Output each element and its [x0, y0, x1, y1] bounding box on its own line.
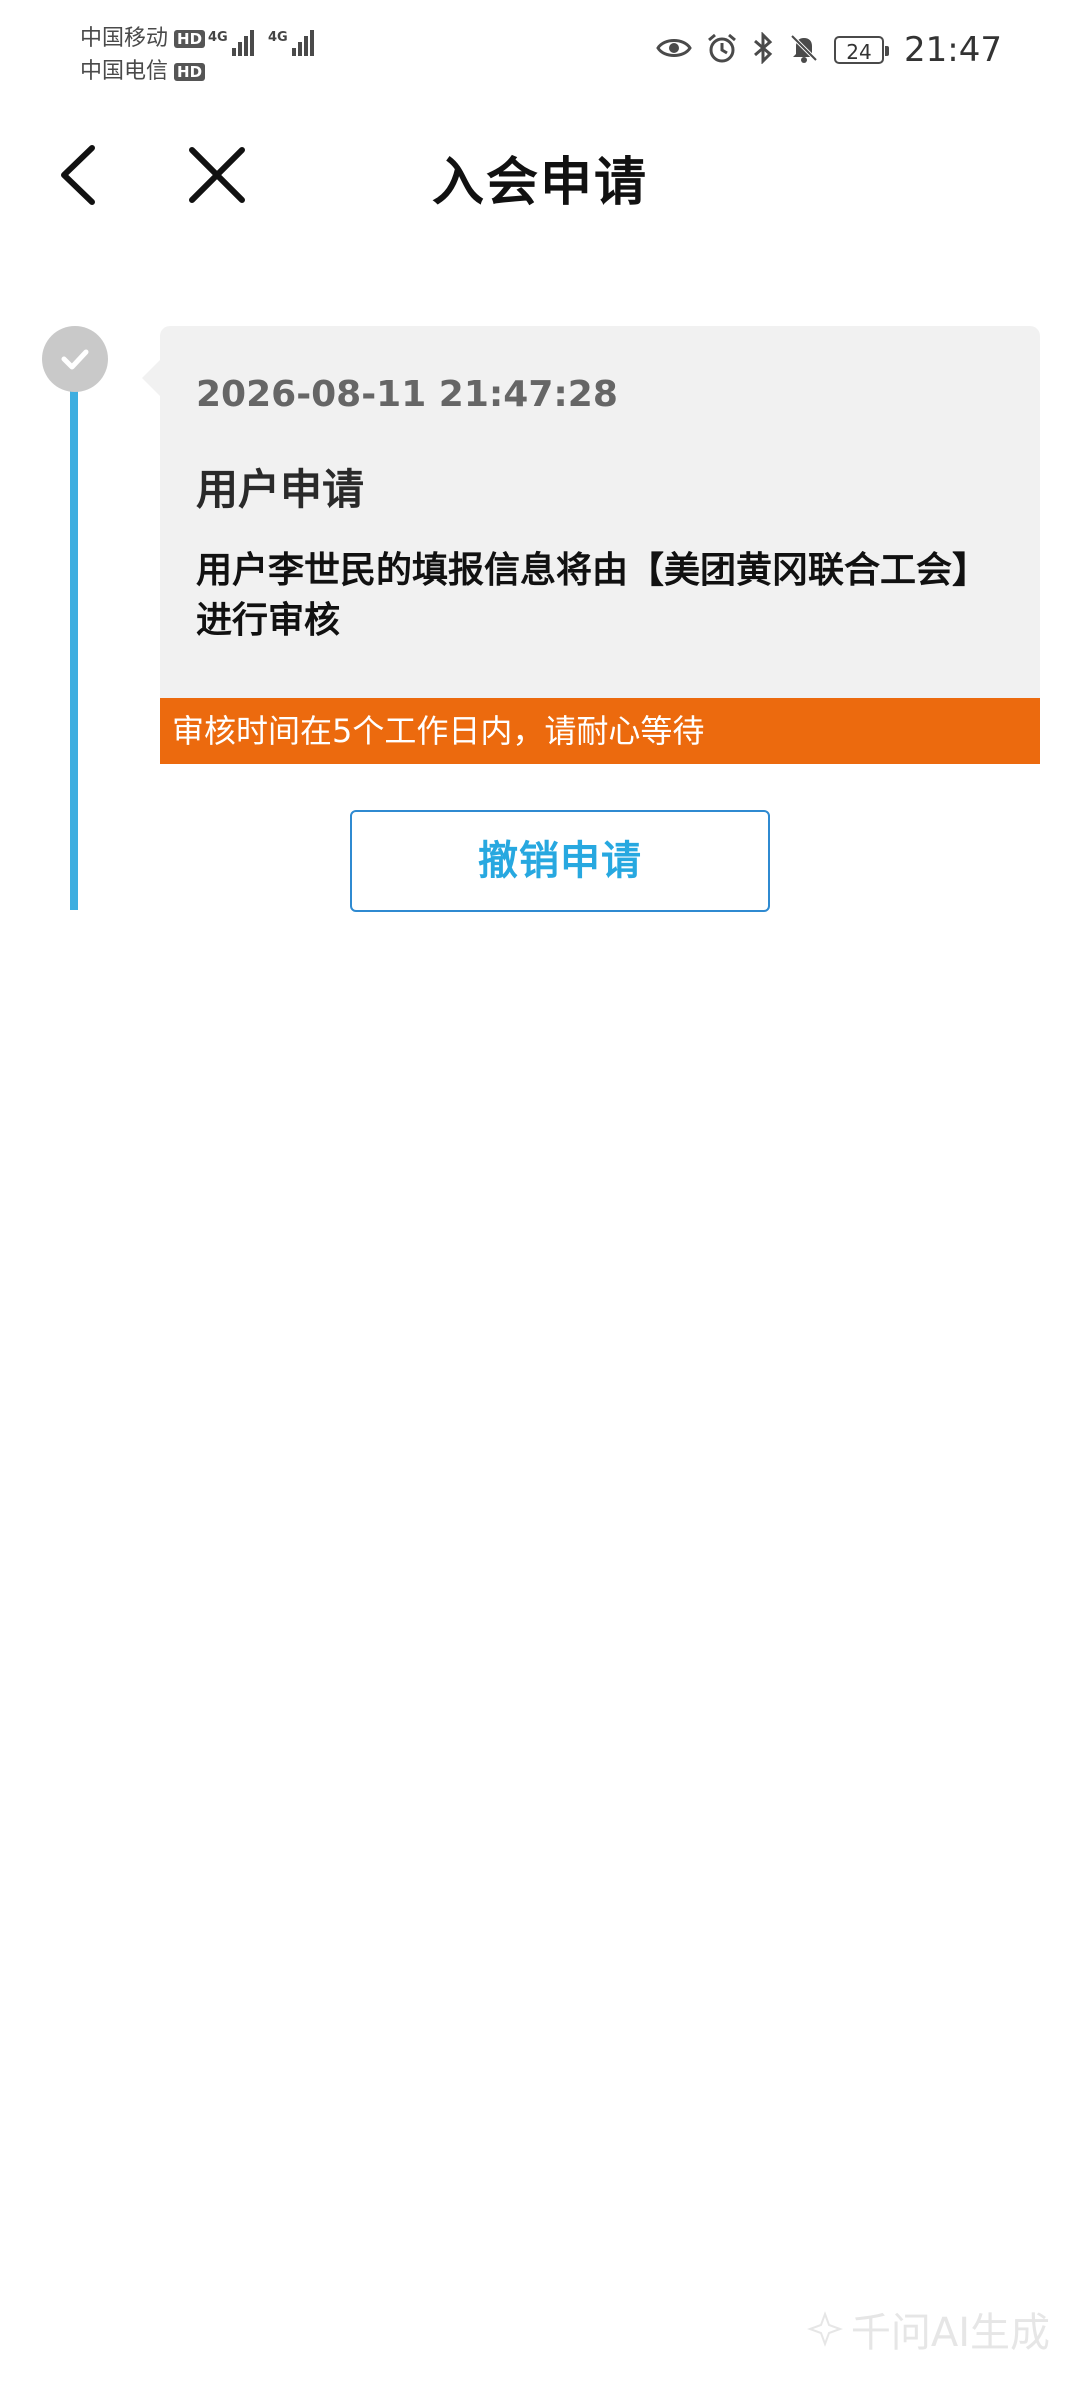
hd-badge-1: HD — [174, 29, 206, 48]
timeline-card: 2026-08-11 21:47:28 用户申请 用户李世民的填报信息将由【美团… — [160, 326, 1040, 698]
timeline-heading: 用户申请 — [196, 465, 365, 514]
signal-strength-icon-2: 4G — [268, 30, 314, 56]
timeline-description: 用户李世民的填报信息将由【美团黄冈联合工会】进行审核 — [196, 550, 989, 641]
status-clock: 21:47 — [904, 30, 1002, 70]
sparkle-icon — [806, 2311, 843, 2347]
timeline-timestamp: 2026-08-11 21:47:28 — [196, 374, 618, 415]
carrier-row-2: 中国电信 HD — [80, 55, 206, 88]
carrier-name-2: 中国电信 — [80, 59, 169, 84]
signal-strength-icon: 4G — [208, 30, 254, 56]
carrier-name-1: 中国移动 — [80, 26, 169, 51]
battery-icon: 24 — [834, 36, 890, 64]
timeline-line — [70, 360, 78, 910]
timeline-node — [42, 326, 108, 392]
carrier-row-1: 中国移动 HD — [80, 22, 206, 55]
check-icon — [61, 349, 89, 370]
network-type-label: 4G — [208, 30, 228, 45]
bell-muted-icon — [788, 32, 820, 68]
ai-watermark: 千问AI生成 — [806, 2300, 1050, 2358]
card-pointer — [142, 360, 160, 396]
hd-badge-2: HD — [174, 62, 206, 81]
network-type-label-2: 4G — [268, 30, 288, 45]
watermark-text: 千问AI生成 — [850, 2310, 1050, 2356]
title-bar: 入会申请 — [0, 120, 1080, 230]
review-notice-banner: 审核时间在5个工作日内，请耐心等待 — [160, 698, 1040, 764]
status-icons: 24 21:47 — [656, 30, 1002, 70]
carrier-info: 中国移动 HD 中国电信 HD — [80, 22, 206, 88]
revoke-application-button[interactable]: 撤销申请 — [350, 810, 770, 912]
bluetooth-icon — [752, 31, 774, 68]
page-title: 入会申请 — [431, 153, 648, 213]
eye-icon — [656, 35, 692, 65]
alarm-icon — [706, 32, 738, 68]
status-bar: 中国移动 HD 中国电信 HD 4G 4G 24 21:47 — [0, 0, 1080, 100]
